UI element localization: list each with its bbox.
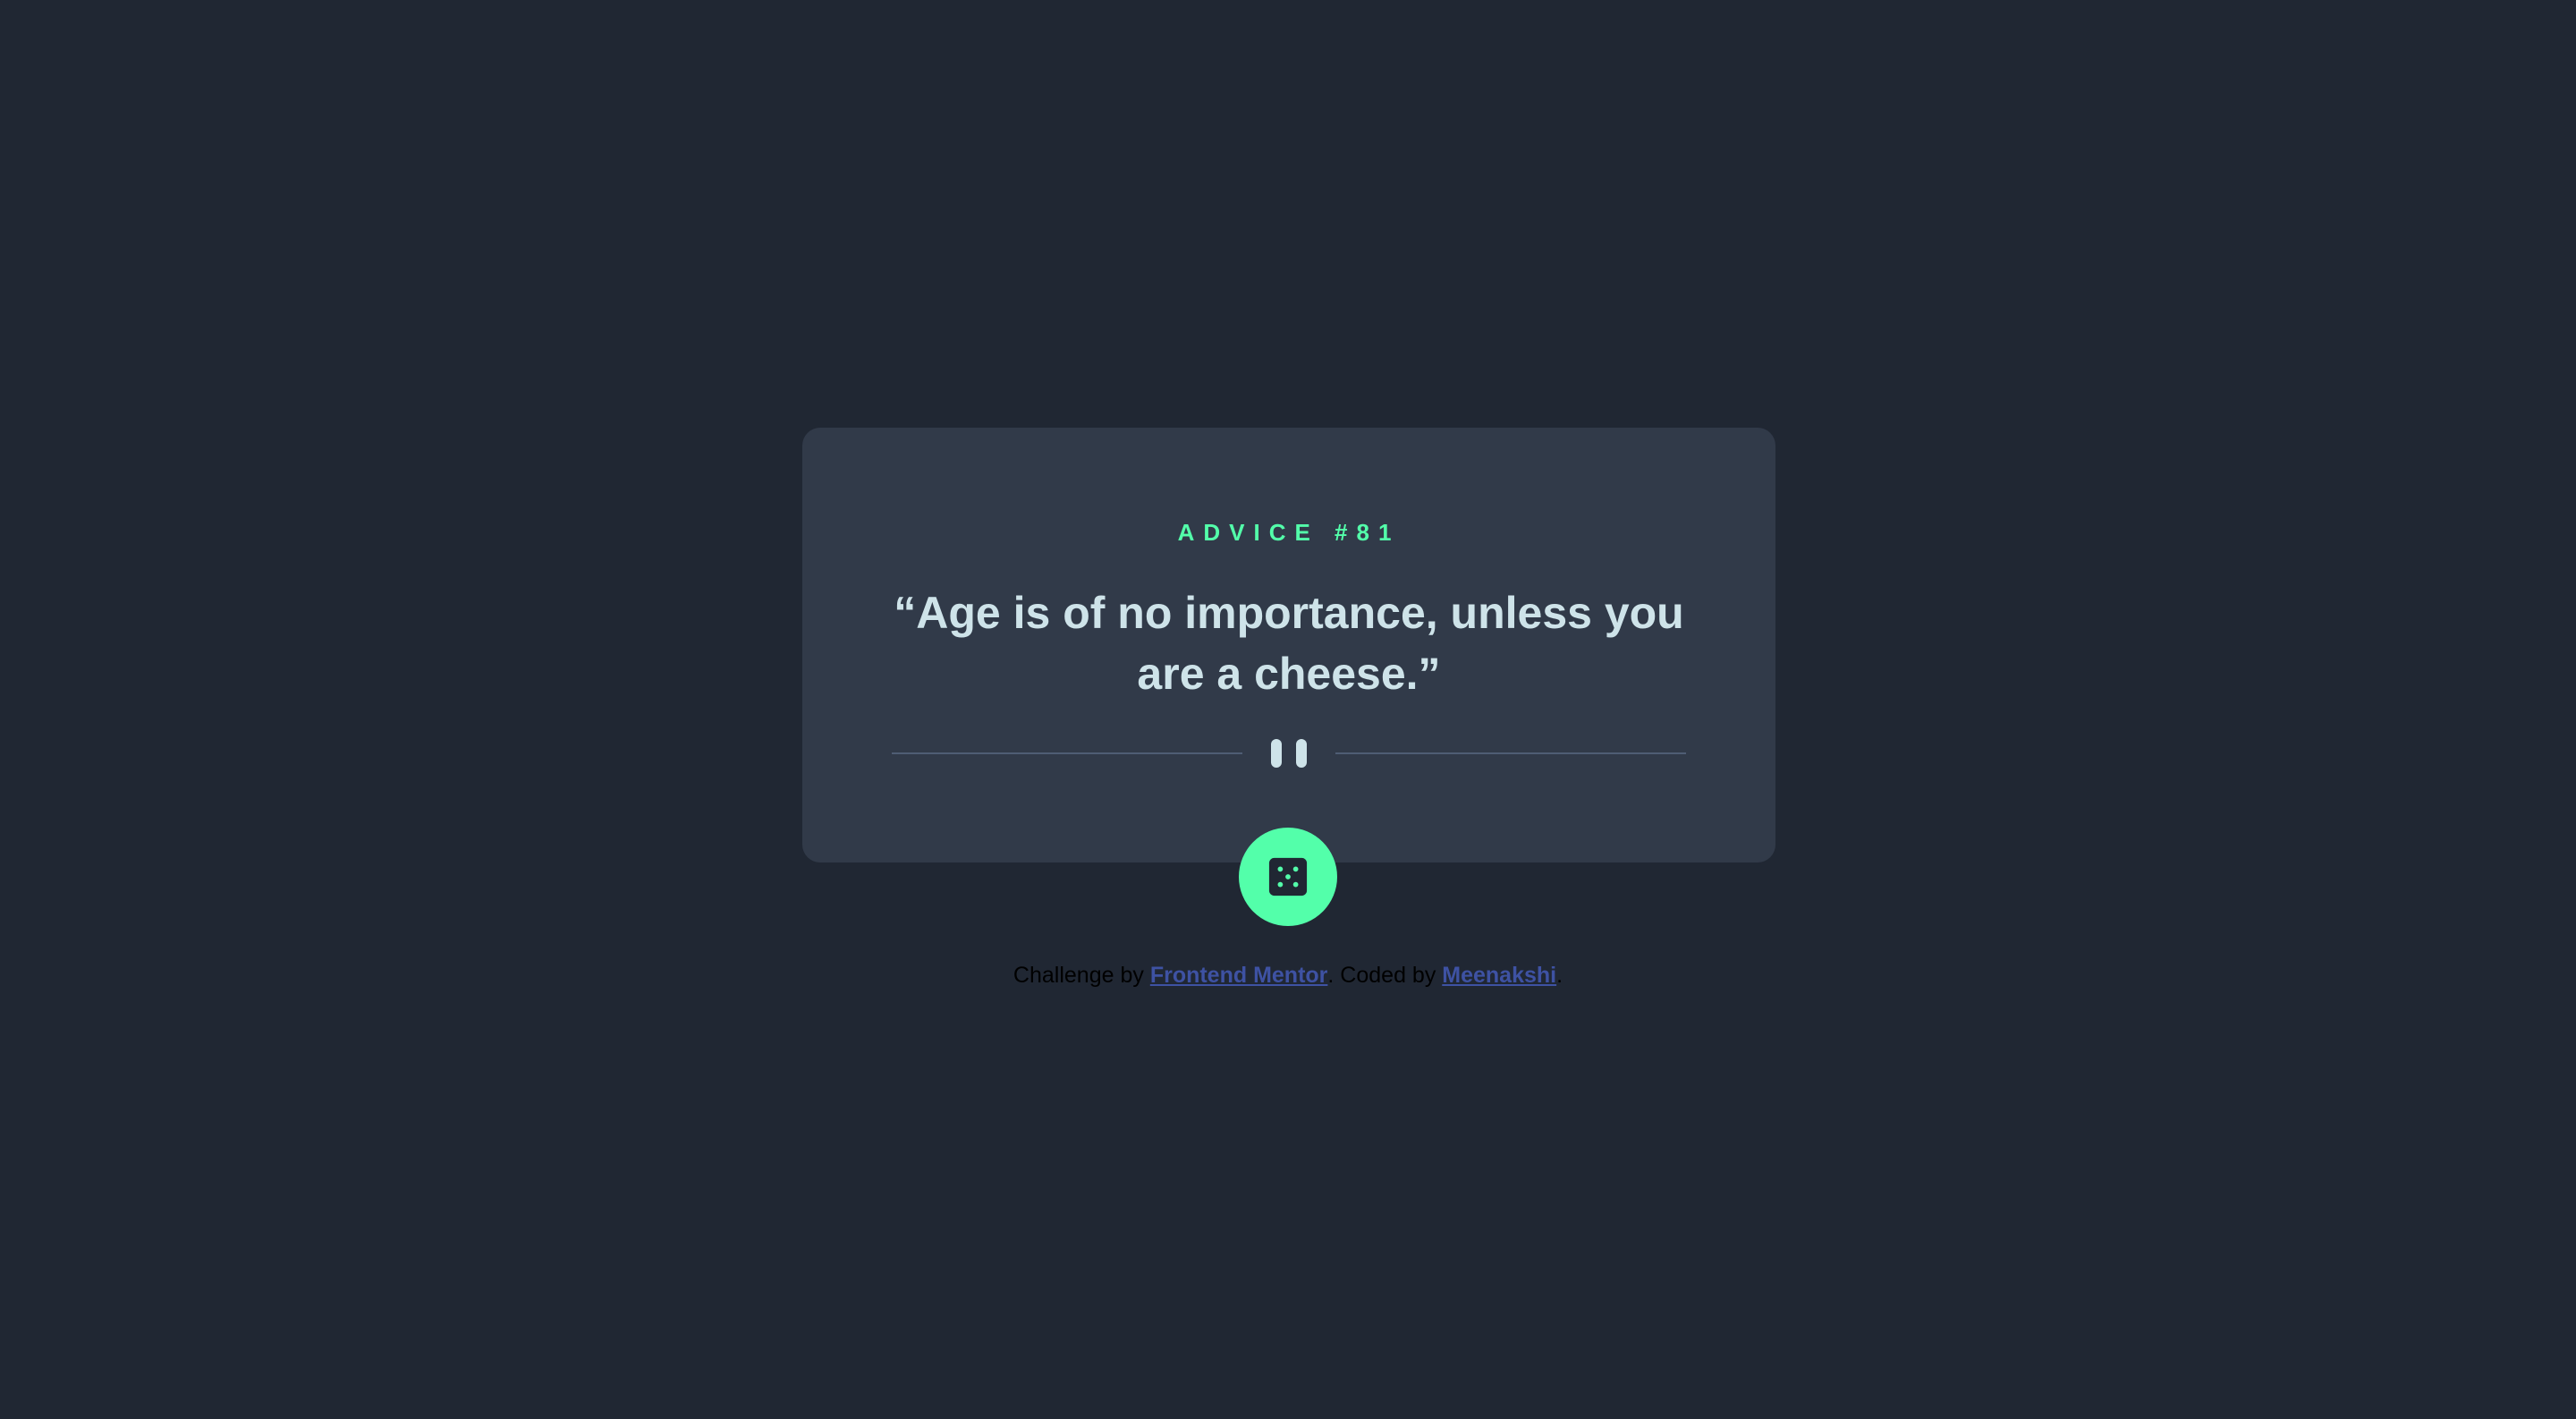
attribution-challenge-text: Challenge by [1013,963,1150,988]
author-link[interactable]: Meenakshi [1442,963,1556,988]
dice-icon [1268,857,1308,896]
attribution-suffix: . [1556,963,1563,988]
advice-id-heading: ADVICE #81 [1177,519,1401,546]
generate-advice-button[interactable] [1239,828,1337,926]
divider-line-left [892,752,1242,754]
pause-bar-right [1296,739,1307,768]
attribution-coded-text: . Coded by [1327,963,1443,988]
divider [892,735,1686,771]
divider-line-right [1335,752,1686,754]
pause-icon [1269,739,1309,768]
frontend-mentor-link[interactable]: Frontend Mentor [1150,963,1328,988]
pause-bar-left [1271,739,1282,768]
attribution: Challenge by Frontend Mentor. Coded by M… [0,964,2576,987]
advice-quote: “Age is of no importance, unless you are… [894,588,1684,699]
advice-card: ADVICE #81 “Age is of no importance, unl… [802,428,1775,862]
